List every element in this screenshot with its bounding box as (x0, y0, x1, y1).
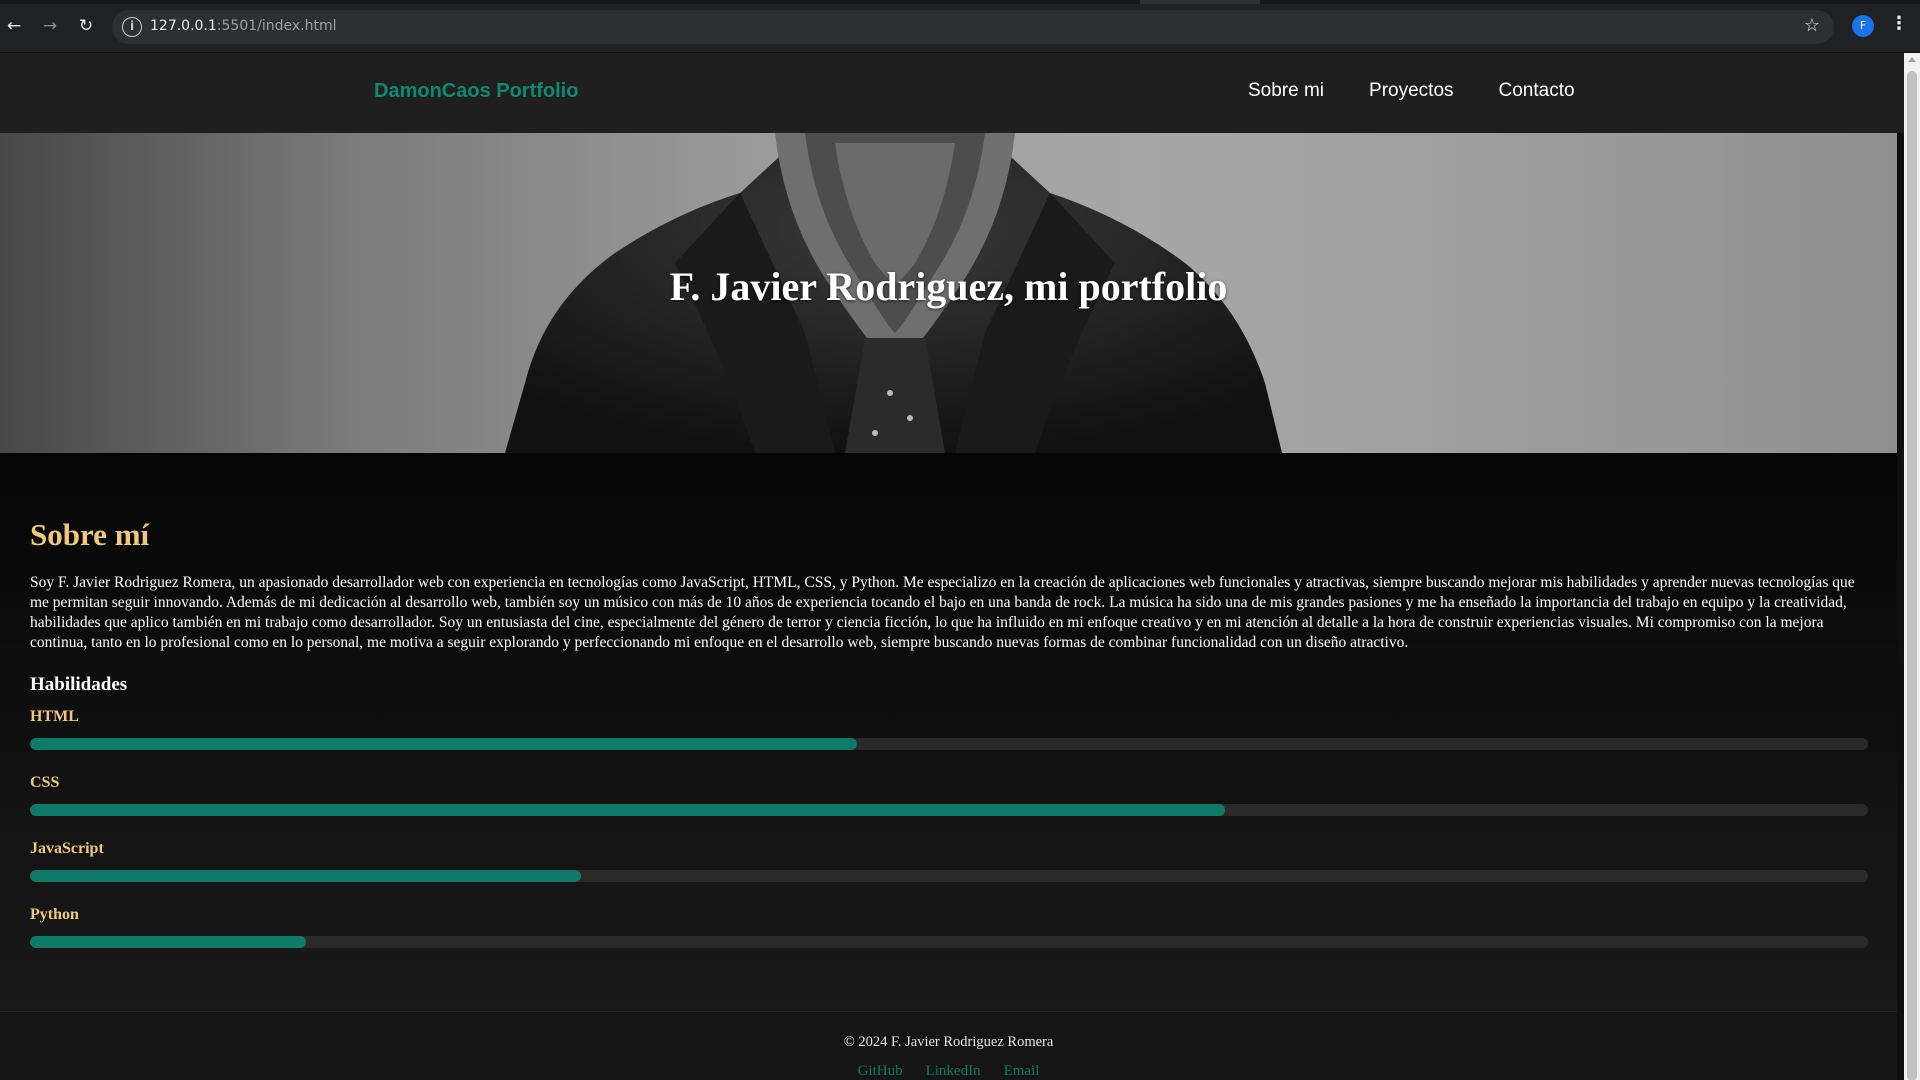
skill-progress-track (30, 738, 1868, 750)
skill-label: Python (30, 906, 79, 923)
nav-link-proyectos[interactable]: Proyectos (1369, 80, 1453, 102)
footer-link-linkedin[interactable]: LinkedIn (926, 1063, 981, 1080)
scrollbar-thumb[interactable] (1907, 71, 1917, 1080)
footer-copyright: © 2024 F. Javier Rodriguez Romera (843, 1034, 1054, 1050)
footer-links: GitHub LinkedIn Email (0, 1063, 1897, 1080)
skill-label: CSS (30, 774, 60, 791)
site-header: DamonCaos Portfolio Sobre mi Proyectos C… (0, 53, 1904, 133)
forward-arrow-icon[interactable]: → (38, 14, 62, 38)
reload-icon[interactable]: ↻ (74, 14, 98, 38)
skill-progress-track (30, 870, 1868, 882)
skill-label: HTML (30, 708, 79, 725)
skill-progress-fill (30, 870, 582, 882)
skill-progress-fill (30, 936, 306, 948)
skills-heading: Habilidades (30, 674, 128, 695)
address-bar[interactable]: i 127.0.0.1:5501/index.html ☆ (112, 10, 1834, 44)
back-arrow-icon[interactable]: ← (2, 14, 26, 38)
skill-css: CSS (30, 774, 1868, 824)
about-section: Sobre mí Soy F. Javier Rodriguez Romera,… (0, 453, 1897, 1011)
skill-progress-track (30, 804, 1868, 816)
profile-avatar[interactable]: F (1852, 15, 1874, 37)
footer-link-email[interactable]: Email (1004, 1063, 1040, 1080)
hero-banner: F. Javier Rodriguez, mi portfolio (0, 133, 1897, 453)
about-bio: Soy F. Javier Rodriguez Romera, un apasi… (30, 574, 1855, 651)
nav-link-contacto[interactable]: Contacto (1499, 80, 1575, 102)
active-tab-indicator[interactable] (1140, 0, 1260, 4)
hero-title: F. Javier Rodriguez, mi portfolio (669, 264, 1228, 309)
page-viewport: DamonCaos Portfolio Sobre mi Proyectos C… (0, 53, 1904, 1080)
tab-strip (0, 0, 1920, 4)
kebab-menu-icon[interactable]: ⋮ (1890, 13, 1908, 34)
skill-label: JavaScript (30, 840, 104, 857)
skill-python: Python (30, 906, 1868, 956)
url-host: 127.0.0.1 (150, 18, 217, 34)
skill-progress-fill (30, 738, 858, 750)
footer-link-github[interactable]: GitHub (858, 1063, 903, 1080)
url-path: :5501/index.html (216, 18, 337, 34)
page-scrollbar[interactable] (1904, 53, 1920, 1080)
browser-toolbar: ← → ↻ i 127.0.0.1:5501/index.html ☆ F ⋮ (0, 0, 1920, 53)
scroll-up-arrow-icon[interactable] (1908, 57, 1916, 62)
skill-javascript: JavaScript (30, 840, 1868, 890)
brand-logo-text[interactable]: DamonCaos Portfolio (374, 80, 578, 103)
skill-html: HTML (30, 708, 1868, 758)
site-footer: © 2024 F. Javier Rodriguez Romera GitHub… (0, 1011, 1897, 1080)
nav-link-sobre-mi[interactable]: Sobre mi (1248, 80, 1324, 102)
main-nav: Sobre mi Proyectos Contacto (1248, 80, 1575, 102)
site-info-icon[interactable]: i (122, 17, 142, 37)
skill-progress-fill (30, 804, 1225, 816)
about-heading: Sobre mí (30, 517, 150, 552)
bookmark-star-icon[interactable]: ☆ (1804, 15, 1820, 36)
skill-progress-track (30, 936, 1868, 948)
url-text[interactable]: 127.0.0.1:5501/index.html (150, 18, 337, 34)
